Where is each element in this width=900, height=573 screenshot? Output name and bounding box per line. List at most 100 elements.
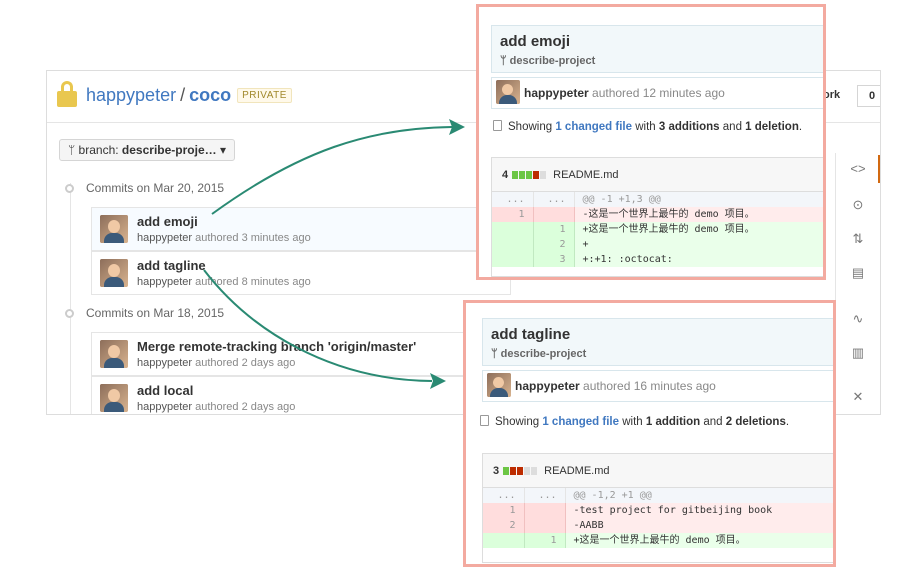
file-diff: 4 README.md ...... @@ -1 +1,3 @@ 1 -这是一个世界上最…: [491, 157, 823, 277]
code-icon[interactable]: <>: [848, 159, 868, 179]
branch-icon: ᛘ: [491, 348, 501, 360]
diff-line-del: 1 -test project for gitbeijing book: [483, 503, 833, 518]
diff-code: @@ -1 +1,3 @@: [574, 192, 823, 207]
new-line-number[interactable]: 2: [533, 237, 575, 252]
commit-author-bar: happypeter authored 16 minutes ago: [482, 370, 833, 402]
changed-files-link[interactable]: 1 changed file: [542, 416, 619, 428]
branch-name[interactable]: describe-project: [510, 55, 596, 67]
changed-files-link[interactable]: 1 changed file: [555, 121, 632, 133]
avatar[interactable]: [487, 373, 511, 397]
diff-line-del: 1 -这是一个世界上最牛的 demo 项目。: [492, 207, 823, 222]
wiki-icon[interactable]: ▤: [848, 263, 868, 283]
commit-author[interactable]: happypeter: [137, 401, 192, 413]
diff-code: +这是一个世界上最牛的 demo 项目。: [574, 222, 823, 237]
diff-line-add: 2 +: [492, 237, 823, 252]
private-badge: PRIVATE: [237, 88, 292, 103]
repo-name-link[interactable]: coco: [189, 85, 231, 105]
settings-icon[interactable]: ✕: [848, 387, 868, 407]
commit-row[interactable]: add tagline happypeter authored 8 minute…: [91, 251, 511, 295]
avatar[interactable]: [496, 80, 520, 104]
diff-code: -test project for gitbeijing book: [565, 503, 833, 518]
commit-title[interactable]: add tagline: [137, 258, 206, 273]
old-line-number[interactable]: 2: [483, 518, 525, 533]
branch-icon: ᛘ: [68, 143, 79, 157]
avatar[interactable]: [100, 215, 128, 243]
diff-line-del: 2 -AABB: [483, 518, 833, 533]
new-line-number[interactable]: ...: [533, 192, 575, 207]
diff-code: +这是一个世界上最牛的 demo 项目。: [565, 533, 833, 548]
diff-code: -这是一个世界上最牛的 demo 项目。: [574, 207, 823, 222]
diff-code: @@ -1,2 +1 @@: [565, 488, 833, 503]
branch-selector[interactable]: ᛘ branch: describe-proje… ▾: [59, 139, 235, 161]
repo-title: happypeter / coco PRIVATE: [86, 85, 292, 106]
branch-name[interactable]: describe-project: [501, 348, 587, 360]
diffstat-neutral-block: [540, 171, 547, 179]
old-line-number[interactable]: [492, 252, 534, 267]
timeline-line: [70, 183, 71, 414]
diff-line-add: 1 +这是一个世界上最牛的 demo 项目。: [492, 222, 823, 237]
commit-author[interactable]: happypeter: [137, 232, 192, 244]
diffstat-add-block: [526, 171, 533, 179]
commit-time: authored 3 minutes ago: [195, 232, 311, 244]
new-line-number[interactable]: [524, 503, 566, 518]
change-count: 4: [502, 169, 509, 181]
old-line-number[interactable]: 1: [492, 207, 534, 222]
old-line-number[interactable]: ...: [492, 192, 534, 207]
commit-time: authored 2 days ago: [195, 357, 296, 369]
file-name[interactable]: README.md: [544, 465, 609, 477]
new-line-number[interactable]: 1: [533, 222, 575, 237]
author-line: happypeter authored 12 minutes ago: [524, 86, 725, 100]
summary-prefix: Showing: [508, 121, 553, 133]
commit-title[interactable]: add local: [137, 383, 193, 398]
diffstat-neutral-block: [524, 467, 531, 475]
new-line-number[interactable]: [533, 207, 575, 222]
commit-title[interactable]: Merge remote-tracking branch 'origin/mas…: [137, 339, 416, 354]
file-name[interactable]: README.md: [553, 169, 618, 181]
new-line-number[interactable]: [524, 518, 566, 533]
commit-title[interactable]: add emoji: [137, 214, 198, 229]
new-line-number[interactable]: 3: [533, 252, 575, 267]
commit-author-bar: happypeter authored 12 minutes ago: [491, 77, 823, 109]
commit-author[interactable]: happypeter: [137, 357, 192, 369]
fork-count[interactable]: 0: [857, 85, 880, 107]
commit-row[interactable]: add local happypeter authored 2 days ago: [91, 376, 511, 414]
commit-meta: happypeter authored 2 days ago: [137, 357, 295, 369]
issue-icon[interactable]: ⊙: [848, 195, 868, 215]
pull-request-icon[interactable]: ⇅: [848, 229, 868, 249]
commit-meta: happypeter authored 8 minutes ago: [137, 276, 311, 288]
old-line-number[interactable]: [492, 222, 534, 237]
commit-row[interactable]: Merge remote-tracking branch 'origin/mas…: [91, 332, 511, 376]
diff-code: +: [574, 237, 823, 252]
file-diff-icon: [493, 120, 502, 131]
old-line-number[interactable]: ...: [483, 488, 525, 503]
old-line-number[interactable]: [483, 533, 525, 548]
old-line-number[interactable]: 1: [483, 503, 525, 518]
commit-row[interactable]: add emoji happypeter authored 3 minutes …: [91, 207, 511, 251]
pulse-icon[interactable]: ∿: [848, 309, 868, 329]
diff-summary: Showing 1 changed file with 1 addition a…: [480, 415, 789, 428]
diff-line-hunk: ...... @@ -1 +1,3 @@: [492, 192, 823, 207]
new-line-number[interactable]: ...: [524, 488, 566, 503]
avatar[interactable]: [100, 340, 128, 368]
commit-group-date: Commits on Mar 20, 2015: [65, 181, 224, 195]
avatar[interactable]: [100, 384, 128, 412]
commit-title: add tagline: [491, 326, 571, 343]
repo-owner-link[interactable]: happypeter: [86, 85, 176, 105]
author-name[interactable]: happypeter: [524, 86, 589, 100]
diff-line-add: 3 +:+1: :octocat:: [492, 252, 823, 267]
repo-separator: /: [180, 85, 186, 105]
lock-icon: [57, 81, 77, 109]
commit-header: add tagline ᛘ describe-project: [482, 318, 833, 366]
change-count: 3: [493, 465, 500, 477]
commit-branch: ᛘ describe-project: [500, 55, 595, 67]
timeline-dot-icon: [65, 309, 74, 318]
old-line-number[interactable]: [492, 237, 534, 252]
commit-author[interactable]: happypeter: [137, 276, 192, 288]
new-line-number[interactable]: 1: [524, 533, 566, 548]
commit-group-date: Commits on Mar 18, 2015: [65, 306, 224, 320]
commit-meta: happypeter authored 3 minutes ago: [137, 232, 311, 244]
graph-icon[interactable]: ▥: [848, 343, 868, 363]
author-name[interactable]: happypeter: [515, 379, 580, 393]
diff-table: ...... @@ -1 +1,3 @@ 1 -这是一个世界上最牛的 demo 项目。…: [492, 192, 823, 267]
avatar[interactable]: [100, 259, 128, 287]
